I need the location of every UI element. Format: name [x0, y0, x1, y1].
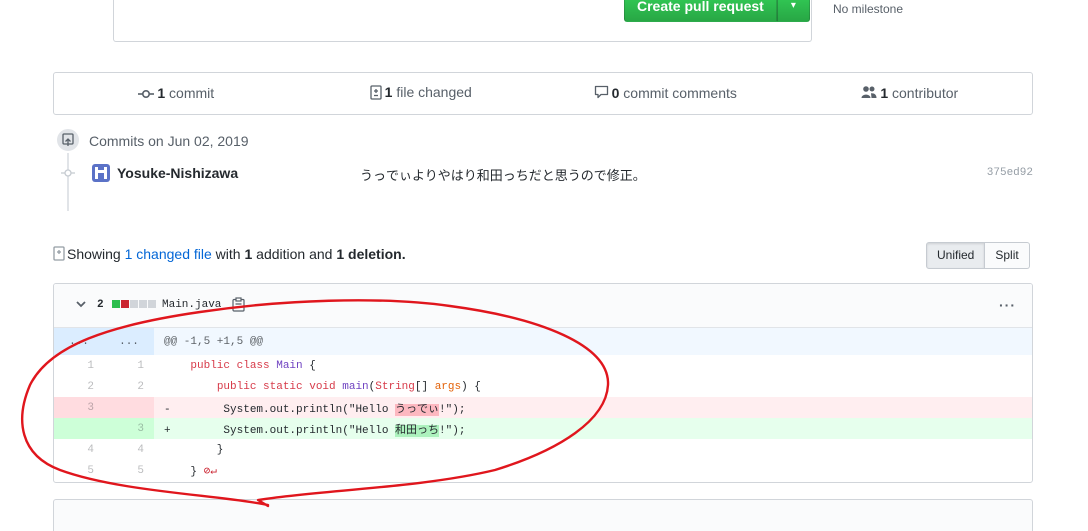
- contributors-count: 1: [880, 84, 889, 101]
- summary-contributors-link[interactable]: 1 contributor: [788, 85, 1033, 103]
- new-line-number: [104, 397, 154, 418]
- hunk-row: ... ... @@ -1,5 +1,5 @@: [54, 328, 1032, 355]
- split-view-button[interactable]: Split: [985, 242, 1030, 269]
- comment-icon: [594, 85, 609, 102]
- diff-line: 2 2 public static void main(String[] arg…: [54, 376, 1032, 397]
- code-segment: }: [190, 465, 198, 478]
- code-segment: !");: [439, 403, 466, 416]
- new-line-number[interactable]: 3: [104, 418, 154, 439]
- diffstat-summary: Showing 1 changed file with 1 addition a…: [53, 246, 406, 264]
- code-segment: System.out.println("Hello: [170, 403, 396, 416]
- comments-count: 0: [611, 84, 620, 101]
- with-text: with: [215, 246, 241, 262]
- code-segment: }: [190, 443, 224, 456]
- summary-commits-link[interactable]: 1 commit: [54, 85, 299, 102]
- create-pull-request-button[interactable]: Create pull request: [624, 0, 777, 22]
- diff-marker: -: [164, 403, 171, 416]
- showing-text: Showing: [67, 246, 121, 262]
- summary-files-link[interactable]: 1 file changed: [299, 84, 544, 102]
- people-icon: [861, 85, 877, 102]
- old-line-number[interactable]: 4: [54, 439, 104, 460]
- avatar[interactable]: [92, 164, 110, 182]
- code-line: } ⊘↵: [154, 460, 1032, 481]
- diff-line: 4 4 }: [54, 439, 1032, 460]
- create-pr-button-group: Create pull request ▾: [624, 0, 810, 22]
- old-line-number[interactable]: 2: [54, 376, 104, 397]
- file-changes-count: 2: [97, 299, 104, 311]
- code-segment: System.out.println("Hello: [170, 424, 396, 437]
- deleted-line: 3 - System.out.println("Hello うっでぃ!");: [54, 397, 1032, 418]
- commit-message-link[interactable]: うっでぃよりやはり和田っちだと思うので修正。: [360, 165, 646, 184]
- comments-label: commit comments: [623, 84, 737, 101]
- old-line-number[interactable]: 3: [54, 397, 104, 418]
- timeline-line: [67, 153, 69, 211]
- commits-count: 1: [157, 84, 166, 101]
- new-line-number[interactable]: 4: [104, 439, 154, 460]
- files-label: file changed: [396, 84, 472, 101]
- new-line-number[interactable]: 5: [104, 460, 154, 481]
- diffstat-blocks: [112, 300, 156, 308]
- file-diff: 2 Main.java ··· ... ... @@ -1,5 +1,5 @@ …: [53, 283, 1033, 483]
- deletions-count: 1: [336, 246, 345, 262]
- hunk-header: @@ -1,5 +1,5 @@: [154, 328, 1032, 355]
- new-line-number[interactable]: 1: [104, 355, 154, 376]
- code-line: public static void main(String[] args) {: [216, 380, 481, 393]
- file-diff-icon: [369, 84, 382, 103]
- code-line: + System.out.println("Hello 和田っち!");: [154, 418, 1032, 439]
- kebab-icon[interactable]: ···: [999, 297, 1016, 313]
- next-file-container: [53, 499, 1033, 531]
- commits-date-heading: Commits on Jun 02, 2019: [89, 133, 249, 149]
- additions-count: 1: [244, 246, 253, 262]
- diff-line: 5 5 } ⊘↵: [54, 460, 1032, 481]
- file-name-link[interactable]: Main.java: [162, 299, 221, 311]
- expand-up-button[interactable]: ...: [54, 328, 104, 355]
- create-pr-dropdown-caret[interactable]: ▾: [776, 0, 810, 22]
- compare-summary-bar: 1 commit 1 file changed 0 commit comment…: [53, 72, 1033, 115]
- git-commit-icon: [138, 86, 155, 102]
- commits-label: commit: [169, 84, 215, 101]
- commit-author-link[interactable]: Yosuke-Nishizawa: [117, 165, 238, 181]
- code-line: }: [154, 439, 1032, 460]
- chevron-down-icon[interactable]: [76, 299, 86, 311]
- old-line-number[interactable]: 5: [54, 460, 104, 481]
- clippy-icon[interactable]: [232, 297, 245, 315]
- deletion-word: deletion.: [348, 246, 406, 262]
- files-count: 1: [384, 84, 393, 101]
- diff-line: 1 1 public class Main {: [54, 355, 1032, 376]
- diff-table: ... ... @@ -1,5 +1,5 @@ 1 1 public class…: [54, 328, 1032, 481]
- commit-sha-link[interactable]: 375ed92: [987, 167, 1033, 179]
- code-segment: !");: [439, 424, 466, 437]
- new-line-number[interactable]: 2: [104, 376, 154, 397]
- no-newline-icon: ⊘↵: [203, 465, 217, 478]
- changed-files-link[interactable]: 1 changed file: [125, 246, 212, 262]
- file-header: 2 Main.java ···: [54, 284, 1032, 328]
- milestone-status: No milestone: [833, 2, 904, 16]
- code-line: public class Main {: [190, 359, 316, 372]
- unified-view-button[interactable]: Unified: [926, 242, 986, 269]
- pr-create-box: Create pull request ▾: [113, 0, 812, 42]
- file-diff-icon: [53, 246, 65, 264]
- old-line-number: [54, 418, 104, 439]
- code-line: - System.out.println("Hello うっでぃ!");: [154, 397, 1032, 418]
- repo-push-icon: [55, 127, 81, 153]
- added-line: 3 + System.out.println("Hello 和田っち!");: [54, 418, 1032, 439]
- added-word-highlight: 和田っち: [395, 424, 440, 437]
- addition-word: addition: [256, 246, 306, 262]
- diff-marker: +: [164, 424, 171, 437]
- expand-down-button[interactable]: ...: [104, 328, 154, 355]
- diff-view-toggle: Unified Split: [926, 242, 1030, 269]
- summary-comments-link[interactable]: 0 commit comments: [543, 85, 788, 103]
- deleted-word-highlight: うっでぃ: [395, 403, 440, 416]
- old-line-number[interactable]: 1: [54, 355, 104, 376]
- and-text: and: [309, 246, 333, 262]
- commit-dot-icon: [61, 169, 75, 177]
- contributors-label: contributor: [892, 84, 959, 101]
